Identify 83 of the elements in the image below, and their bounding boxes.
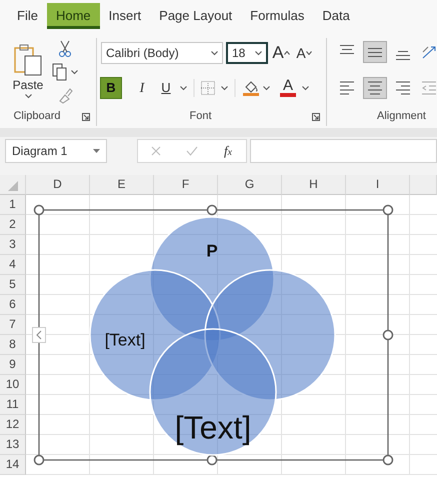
row-header[interactable]: 6	[0, 295, 26, 315]
bottom-align-icon	[395, 50, 411, 60]
circle-label[interactable]: [Text]	[104, 330, 146, 350]
column-header[interactable]: F	[154, 175, 218, 195]
caret-icon	[255, 50, 262, 56]
insert-function-button[interactable]: f$_{x}$	[218, 140, 238, 162]
group-label: Alignment	[377, 108, 426, 124]
row-header[interactable]: 2	[0, 215, 26, 235]
name-box[interactable]: Diagram 1	[5, 139, 107, 163]
paste-button[interactable]: Paste	[10, 40, 46, 102]
row-header[interactable]: 7	[0, 315, 26, 335]
brush-icon	[57, 86, 73, 104]
shrink-font-button[interactable]: A	[294, 42, 314, 64]
row-header[interactable]: 3	[0, 235, 26, 255]
row-header[interactable]: 13	[0, 435, 26, 455]
close-icon	[151, 146, 161, 156]
row-header[interactable]: 5	[0, 275, 26, 295]
caret-icon	[211, 50, 218, 56]
caret-icon	[302, 86, 309, 90]
color-bar-icon	[280, 93, 296, 97]
formula-input[interactable]	[250, 139, 437, 163]
menu-tab[interactable]: File	[8, 3, 47, 29]
selection-frame[interactable]	[34, 204, 394, 466]
row-header[interactable]: 1	[0, 195, 26, 215]
group-label: Clipboard	[12, 108, 62, 124]
caret-icon	[221, 86, 228, 90]
grow-font-button[interactable]: A	[271, 42, 291, 64]
align-right-icon	[395, 79, 411, 97]
caret-icon	[263, 86, 270, 90]
column-header[interactable]: I	[346, 175, 410, 195]
caret-icon	[180, 86, 187, 90]
clipboard-icon	[13, 44, 43, 76]
middle-align-button[interactable]	[363, 41, 387, 63]
italic-button[interactable]: I	[132, 77, 152, 99]
dialog-launcher-icon[interactable]	[82, 113, 90, 121]
underline-button[interactable]: U	[156, 77, 176, 99]
menu-tab[interactable]: Page Layout	[150, 3, 242, 29]
menu-tab[interactable]: Formulas	[241, 3, 314, 29]
scissors-icon	[58, 40, 72, 58]
dialog-launcher-icon[interactable]	[312, 113, 320, 121]
middle-align-icon	[367, 48, 383, 56]
column-header[interactable]: E	[90, 175, 154, 195]
row-header[interactable]: 4	[0, 255, 26, 275]
row-header[interactable]: 12	[0, 415, 26, 435]
column-header[interactable]: H	[282, 175, 346, 195]
align-center-icon	[367, 79, 383, 97]
top-align-icon	[339, 44, 355, 54]
angled-arrow-icon	[421, 44, 437, 60]
caret-icon	[71, 70, 78, 74]
row-header[interactable]: 11	[0, 395, 26, 415]
copy-icon	[52, 63, 68, 81]
text-pane-button[interactable]	[32, 327, 46, 343]
menu-tab[interactable]: Insert	[100, 3, 150, 29]
checkmark-icon	[186, 146, 198, 156]
separator-icon	[232, 79, 238, 97]
indent-icon	[421, 79, 437, 97]
circle-label[interactable]: P	[206, 241, 218, 260]
row-header[interactable]: 14	[0, 455, 26, 475]
borders-icon	[201, 81, 215, 95]
align-left-icon	[339, 79, 355, 97]
group-label: Font	[188, 108, 212, 124]
row-header[interactable]: 8	[0, 335, 26, 355]
circle-label[interactable]: [Text]	[174, 409, 252, 446]
menu-tab[interactable]: Data	[313, 3, 359, 29]
font-size-dropdown[interactable]: 18	[226, 42, 268, 64]
caret-up-icon	[284, 51, 290, 55]
venn-diagram-drawing[interactable]	[89, 216, 336, 456]
row-header[interactable]: 10	[0, 375, 26, 395]
column-header[interactable]: D	[26, 175, 90, 195]
dropdown-arrow-icon	[93, 149, 100, 153]
center-button[interactable]	[363, 77, 387, 99]
font-name-dropdown[interactable]: Calibri (Body)	[101, 42, 223, 64]
column-header[interactable]: G	[218, 175, 282, 195]
caret-down-icon	[306, 51, 312, 55]
bold-button[interactable]: B	[100, 77, 122, 99]
separator-icon	[191, 79, 197, 97]
chevron-left-icon	[36, 330, 42, 340]
copy-button[interactable]	[52, 61, 78, 83]
menu-tab[interactable]: Home	[46, 3, 100, 29]
paint-bucket-icon	[242, 79, 260, 97]
font-color-button[interactable]: A	[278, 77, 298, 99]
caret-icon	[24, 94, 32, 98]
row-header[interactable]: 9	[0, 355, 26, 375]
